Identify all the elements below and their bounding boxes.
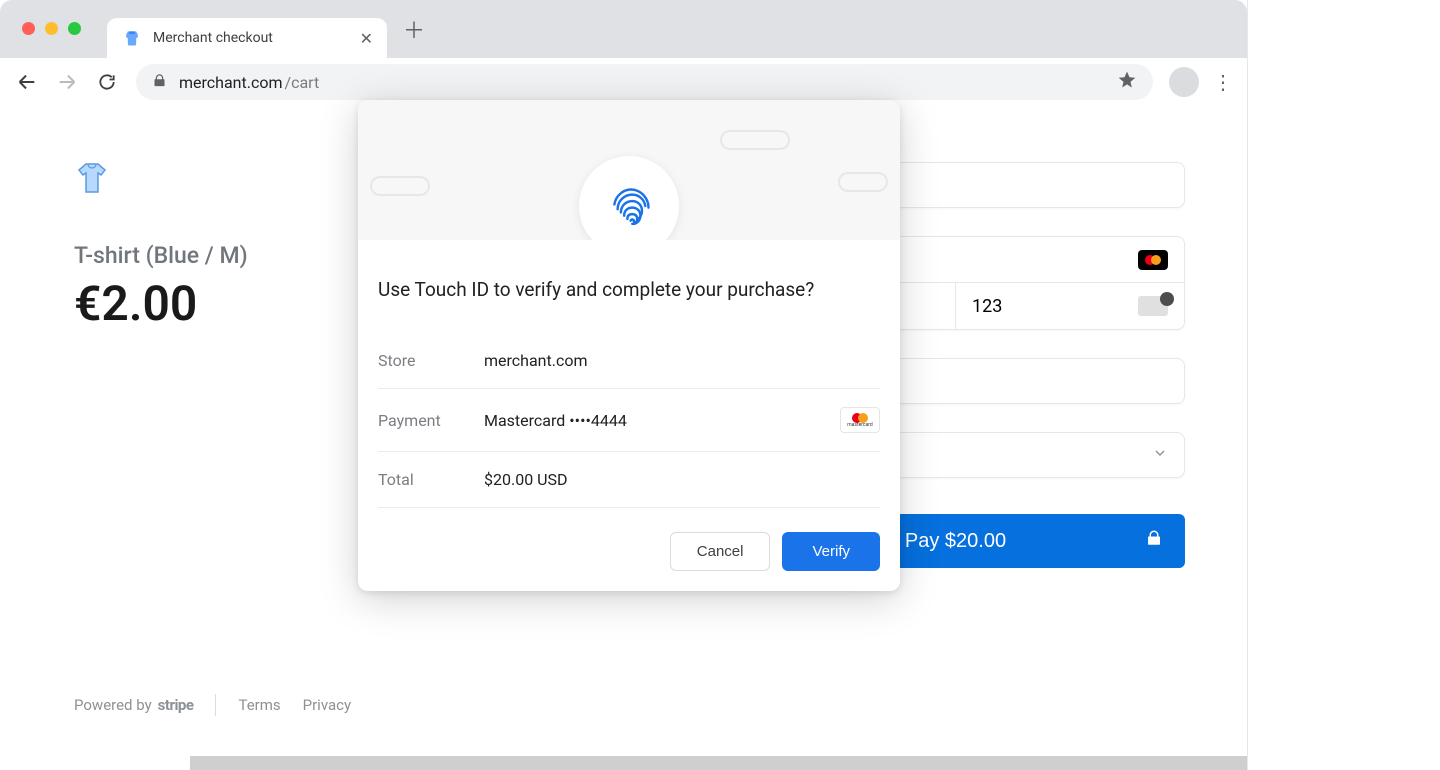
store-label: Store [378,351,484,370]
window-zoom-button[interactable] [68,22,81,35]
page-footer: Powered by stripe Terms Privacy [74,694,630,716]
mastercard-tag-icon: mastercard [840,407,880,433]
tab-title: Merchant checkout [153,30,350,46]
dialog-row-payment: Payment Mastercard ••••4444 mastercard [378,389,880,452]
new-tab-button[interactable]: ＋ [399,14,429,44]
nav-forward-button[interactable] [50,65,84,99]
dialog-header [358,100,900,240]
product-icon [74,162,108,192]
dialog-actions: Cancel Verify [378,532,880,571]
payment-value: Mastercard ••••4444 [484,411,627,430]
profile-avatar[interactable] [1169,67,1199,97]
browser-menu-icon[interactable]: ⋮ [1209,70,1237,94]
tab-favicon-icon [121,27,143,49]
nav-back-button[interactable] [10,65,44,99]
dialog-prompt: Use Touch ID to verify and complete your… [378,278,880,301]
url-host: merchant.com [179,73,283,92]
window-controls [22,8,81,48]
url-path: /cart [285,73,320,92]
tab-strip: Merchant checkout ✕ ＋ [0,0,1247,58]
total-label: Total [378,470,484,489]
window-close-button[interactable] [22,22,35,35]
secure-lock-icon [152,73,167,92]
dialog-row-total: Total $20.00 USD [378,452,880,508]
window-minimize-button[interactable] [45,22,58,35]
stripe-logo: stripe [158,696,194,714]
footer-terms-link[interactable]: Terms [238,696,280,714]
touch-id-dialog: Use Touch ID to verify and complete your… [358,100,900,591]
footer-privacy-link[interactable]: Privacy [303,696,351,714]
bookmark-star-icon[interactable] [1117,70,1137,94]
dialog-body: Use Touch ID to verify and complete your… [358,240,900,591]
horizontal-scrollbar[interactable] [190,756,1247,770]
chevron-down-icon [1152,445,1168,466]
tab-close-icon[interactable]: ✕ [360,29,373,48]
decorative-cloud-icon [720,130,790,150]
decorative-cloud-icon [838,172,888,192]
lock-icon [1145,529,1163,553]
mastercard-badge-icon [1138,250,1168,270]
powered-by-label: Powered by [74,696,152,714]
decorative-cloud-icon [370,176,430,196]
card-cvc-value: 123 [972,296,1002,317]
browser-window: Merchant checkout ✕ ＋ merchant.com/cart … [0,0,1248,770]
browser-toolbar: merchant.com/cart ⋮ [0,58,1247,106]
pay-button-label: Pay $20.00 [905,530,1006,553]
cvc-hint-icon [1138,296,1168,316]
total-value: $20.00 USD [484,470,568,489]
card-cvc-field[interactable]: 123 [956,283,1184,329]
footer-divider [215,694,216,716]
cancel-button[interactable]: Cancel [670,532,771,571]
address-bar[interactable]: merchant.com/cart [136,64,1153,100]
verify-button[interactable]: Verify [782,532,880,571]
store-value: merchant.com [484,351,588,370]
dialog-row-store: Store merchant.com [378,333,880,389]
nav-reload-button[interactable] [90,65,124,99]
payment-label: Payment [378,411,484,430]
browser-tab[interactable]: Merchant checkout ✕ [107,18,387,58]
